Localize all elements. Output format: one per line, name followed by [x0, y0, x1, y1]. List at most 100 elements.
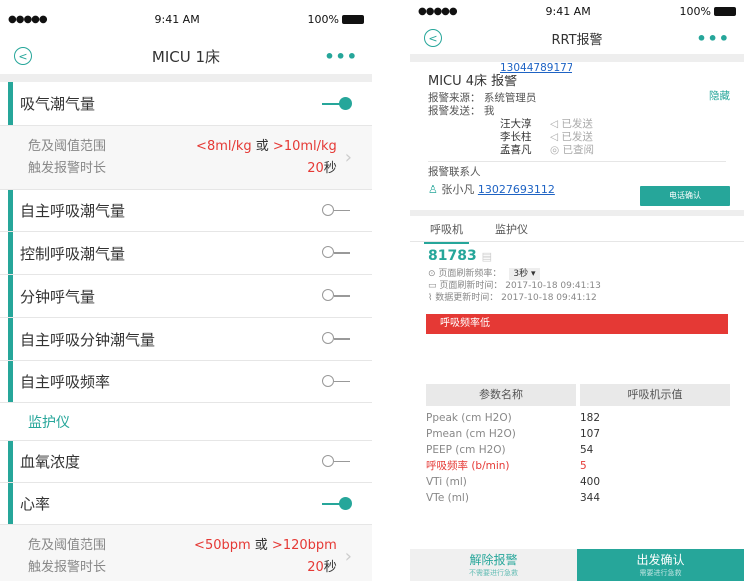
refresh-rate-select[interactable]: 3秒 ▾ [509, 268, 540, 280]
duration-unit: 秒 [323, 160, 337, 176]
duration-label: 触发报警时长 [28, 559, 107, 575]
signal-indicator: ●●●●● [8, 13, 48, 25]
item-label: 血氧浓度 [20, 453, 81, 471]
alarm-source: 报警来源： 系统管理员 [428, 92, 537, 104]
table-row: Pmean (cm H2O) 107 [426, 426, 730, 442]
dismiss-alarm-button[interactable]: 解除报警 不需要进行急救 [410, 549, 577, 581]
alarm-title: MICU 4床 报警 [428, 74, 518, 89]
contact-name: 汪大淳 [500, 118, 532, 130]
list-item[interactable]: 吸气潮气量 [0, 82, 372, 126]
toggle-off-icon[interactable] [322, 332, 352, 345]
param-name: Ppeak (cm H2O) [426, 412, 512, 424]
list-item[interactable]: 控制呼吸潮气量 [0, 232, 372, 275]
param-value: 54 [580, 444, 594, 456]
toggle-off-icon[interactable] [322, 246, 352, 259]
status-time: 9:41 AM [545, 4, 591, 18]
duration-value: 20 [307, 160, 324, 176]
list-item[interactable]: 自主呼吸潮气量 [0, 190, 372, 232]
section-header: 监护仪 [0, 403, 372, 441]
alarm-info: MICU 4床 报警 报警来源： 系统管理员 报警发送： 我 隐藏 汪大淳 18… [410, 62, 744, 202]
param-name: PEEP (cm H2O) [426, 444, 506, 456]
dismiss-sub-label: 不需要进行急救 [469, 569, 518, 577]
contact-phone[interactable]: 13044789177 [500, 62, 572, 75]
device-id: 81783 [428, 248, 477, 264]
item-label: 分钟呼气量 [20, 287, 96, 306]
param-name: VTi (ml) [426, 476, 467, 488]
signal-indicator: ●●●●● [418, 5, 458, 17]
list-item[interactable]: 自主呼吸频率 [0, 361, 372, 403]
battery-icon [714, 7, 736, 16]
table-row: VTe (ml) 344 [426, 490, 730, 506]
alarm-sent-to: 报警发送： 我 [428, 105, 495, 117]
read-status: ◎ 已查阅 [550, 144, 594, 156]
param-value: 344 [580, 492, 601, 504]
toggle-on-icon[interactable] [322, 496, 352, 510]
or-text: 或 [250, 537, 272, 553]
item-label: 自主呼吸分钟潮气量 [20, 330, 156, 349]
refresh-rate-label: ⊙ 页面刷新频率： [428, 269, 502, 279]
left-screen: ●●●●● 9:41 AM 100% < MICU 1床 ••• 吸气潮气量 危… [0, 0, 372, 581]
duration-value: 20 [307, 559, 324, 575]
threshold-row[interactable]: 危及阈值范围 触发报警时长 <50bpm 或 >120bpm 20秒 › [0, 525, 372, 581]
depart-label: 出发确认 [636, 553, 685, 567]
tab-monitor[interactable]: 监护仪 [495, 215, 528, 243]
update-time: 2017-10-18 09:41:12 [501, 293, 597, 303]
status-bar: ●●●●● 9:41 AM 100% [410, 0, 744, 22]
more-icon[interactable]: ••• [696, 29, 730, 48]
table-row: PEEP (cm H2O) 54 [426, 442, 730, 458]
divider [410, 54, 744, 62]
item-label: 吸气潮气量 [20, 95, 96, 113]
toggle-off-icon[interactable] [322, 374, 352, 388]
toggle-off-icon[interactable] [322, 454, 352, 468]
divider [428, 161, 726, 162]
refresh-time: 2017-10-18 09:41:13 [505, 281, 601, 291]
low-threshold: <8ml/kg [196, 138, 252, 154]
item-label: 自主呼吸潮气量 [20, 202, 126, 220]
toggle-off-icon[interactable] [322, 289, 352, 302]
param-value: 5 [580, 460, 587, 472]
send-status: ◁ 已发送 [550, 118, 593, 130]
refresh-time-label: ▭ 页面刷新时间： [428, 281, 503, 291]
depart-confirm-button[interactable]: 出发确认 需要进行急救 [577, 549, 744, 581]
column-header: 参数名称 [426, 384, 576, 406]
list-item[interactable]: 分钟呼气量 [0, 275, 372, 318]
contact-row: 汪大淳 18013759003 ◁ 已发送 [428, 62, 726, 131]
list-item[interactable]: 血氧浓度 [0, 441, 372, 483]
contact-phone[interactable]: 13027693112 [478, 183, 555, 196]
contact-row: 孟喜凡 13044789177 ◎ 已查阅 [428, 62, 726, 157]
battery-icon [342, 15, 364, 24]
duration-label: 触发报警时长 [28, 160, 107, 176]
phone-confirm-button[interactable]: 电话确认 [640, 186, 730, 206]
param-value: 107 [580, 428, 601, 440]
right-screen: ●●●●● 9:41 AM 100% < RRT报警 ••• MICU 4床 报… [410, 0, 744, 581]
threshold-row[interactable]: 危及阈值范围 触发报警时长 <8ml/kg 或 >10ml/kg 20秒 › [0, 126, 372, 190]
range-label: 危及阈值范围 [28, 537, 107, 553]
more-icon[interactable]: ••• [324, 47, 358, 66]
contact-label: 报警联系人 [428, 166, 481, 178]
param-name: Pmean (cm H2O) [426, 428, 516, 440]
param-name: VTe (ml) [426, 492, 469, 504]
tab-ventilator[interactable]: 呼吸机 [424, 215, 469, 244]
table-row: Ppeak (cm H2O) 182 [426, 410, 730, 426]
divider [0, 74, 372, 82]
item-label: 控制呼吸潮气量 [20, 244, 126, 263]
nav-bar: < RRT报警 ••• [410, 22, 744, 54]
parameter-table: 参数名称 呼吸机示值 Ppeak (cm H2O) 182 Pmean (cm H… [426, 384, 730, 506]
list-item[interactable]: 自主呼吸分钟潮气量 [0, 318, 372, 361]
device-tabs: 呼吸机 监护仪 [410, 215, 744, 244]
person-icon: ♙ [428, 183, 438, 196]
hide-link[interactable]: 隐藏 [709, 88, 730, 103]
back-icon[interactable]: < [424, 29, 442, 47]
page-title: RRT报警 [551, 32, 603, 48]
back-icon[interactable]: < [14, 47, 32, 65]
chevron-right-icon: › [344, 147, 352, 168]
toggle-on-icon[interactable] [322, 96, 352, 110]
toggle-off-icon[interactable] [322, 203, 352, 217]
action-bar: 解除报警 不需要进行急救 出发确认 需要进行急救 [410, 549, 744, 581]
table-row: VTi (ml) 400 [426, 474, 730, 490]
high-threshold: >120bpm [271, 537, 337, 553]
list-item[interactable]: 心率 [0, 483, 372, 525]
chevron-right-icon: › [344, 546, 352, 567]
page-title: MICU 1床 [151, 47, 221, 66]
status-bar: ●●●●● 9:41 AM 100% [0, 0, 372, 38]
